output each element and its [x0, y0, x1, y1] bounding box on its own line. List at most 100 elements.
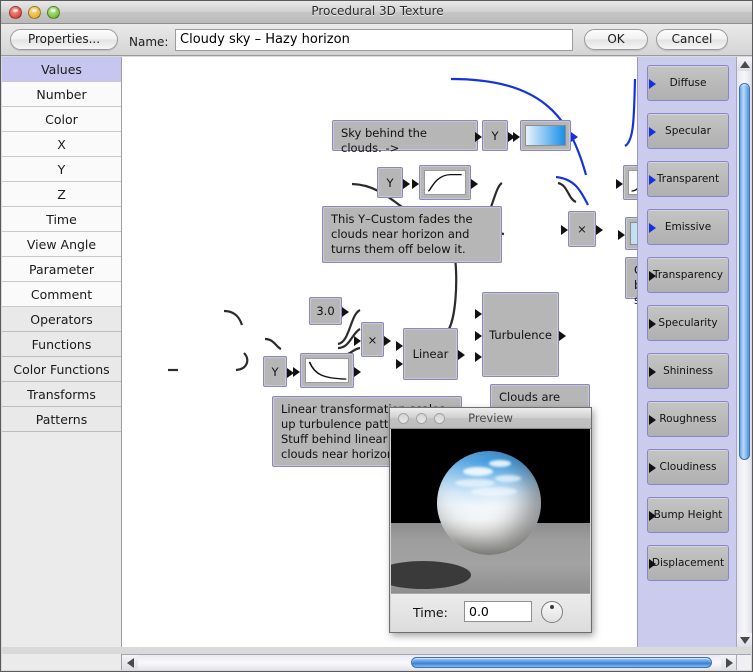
graph-node-y-sky[interactable]: Y — [482, 120, 508, 151]
node-input-port[interactable] — [412, 179, 419, 189]
node-output-port[interactable] — [342, 307, 349, 317]
scroll-up-button[interactable] — [737, 57, 752, 71]
channel-diffuse[interactable]: Diffuse — [647, 65, 729, 101]
horizontal-scroll-thumb[interactable] — [411, 657, 712, 668]
sidebar-item-z[interactable]: Z — [2, 182, 121, 207]
properties-button[interactable]: Properties... — [10, 29, 118, 50]
node-output-port[interactable] — [354, 367, 361, 377]
scroll-right-button[interactable] — [721, 655, 737, 670]
node-output-port[interactable] — [384, 336, 391, 346]
sidebar-item-functions[interactable]: Functions — [2, 332, 121, 357]
channel-bump-height[interactable]: Bump Height — [647, 497, 729, 533]
graph-node-comment-fade[interactable]: This Y–Custom fades the clouds near hori… — [322, 206, 502, 263]
preview-title: Preview — [390, 411, 591, 425]
graph-node-num-3[interactable]: 3.0 — [309, 297, 342, 325]
sidebar-item-values[interactable]: Values — [2, 57, 121, 82]
preview-sphere — [437, 451, 541, 555]
preview-controls: Time: 0.0 — [391, 593, 590, 632]
node-output-port[interactable] — [403, 179, 410, 189]
graph-node-curve-s[interactable] — [623, 165, 637, 200]
channel-label: Cloudiness — [660, 461, 717, 473]
graph-node-mul-cloud[interactable]: × — [568, 211, 596, 247]
node-output-port[interactable] — [471, 179, 478, 189]
vertical-scrollbar[interactable] — [736, 57, 751, 647]
chevron-left-icon — [127, 658, 134, 668]
channel-connector-icon — [649, 559, 656, 569]
graph-node-label: Y — [271, 365, 278, 379]
graph-node-grad-cloud[interactable] — [625, 217, 637, 250]
node-input-port[interactable] — [475, 309, 482, 319]
node-input-port[interactable] — [396, 359, 403, 369]
channel-shininess[interactable]: Shininess — [647, 353, 729, 389]
time-input[interactable]: 0.0 — [464, 601, 532, 622]
node-input-port[interactable] — [354, 336, 361, 346]
toolbar: Properties... Name: Cloudy sky – Hazy ho… — [1, 24, 753, 56]
graph-node-y-custom[interactable]: Y — [377, 167, 403, 198]
channel-specularity[interactable]: Specularity — [647, 305, 729, 341]
channel-specular[interactable]: Specular — [647, 113, 729, 149]
scroll-down-button[interactable] — [737, 633, 752, 647]
graph-node-mul-turb[interactable]: × — [361, 322, 384, 357]
channel-transparency[interactable]: Transparency — [647, 257, 729, 293]
node-input-port[interactable] — [513, 132, 520, 142]
node-input-port[interactable] — [293, 367, 300, 377]
graph-node-label: Linear — [413, 347, 449, 361]
graph-node-y-lin[interactable]: Y — [263, 356, 287, 387]
node-output-port[interactable] — [559, 331, 566, 341]
sidebar-item-comment[interactable]: Comment — [2, 282, 121, 307]
channel-label: Bump Height — [654, 509, 723, 521]
node-input-port[interactable] — [616, 179, 623, 189]
graph-node-grad-sky[interactable] — [520, 120, 571, 151]
graph-node-label: This Y–Custom fades the clouds near hori… — [331, 212, 473, 256]
graph-node-curve-drop[interactable] — [300, 353, 354, 388]
channel-label: Displacement — [652, 557, 724, 569]
node-output-port[interactable] — [458, 350, 465, 360]
channel-connector-icon — [649, 367, 656, 377]
channel-emissive[interactable]: Emissive — [647, 209, 729, 245]
graph-node-curve-fade[interactable] — [419, 165, 471, 200]
sidebar-item-patterns[interactable]: Patterns — [2, 407, 121, 432]
procedural-texture-window: Procedural 3D Texture Properties... Name… — [0, 0, 753, 672]
graph-node-comment-blend[interactable]: Cloud colors are blended with the sky — [625, 257, 637, 299]
curve-plot-curve-fade — [424, 170, 466, 195]
sidebar-item-parameter[interactable]: Parameter — [2, 257, 121, 282]
sidebar-item-number[interactable]: Number — [2, 82, 121, 107]
sidebar: ValuesNumberColorXYZTimeView AngleParame… — [2, 57, 122, 647]
channel-roughness[interactable]: Roughness — [647, 401, 729, 437]
sidebar-item-x[interactable]: X — [2, 132, 121, 157]
node-output-port[interactable] — [596, 225, 603, 235]
node-input-port[interactable] — [475, 352, 482, 362]
channel-label: Transparent — [657, 173, 719, 185]
name-input[interactable]: Cloudy sky – Hazy horizon — [175, 29, 573, 51]
sidebar-item-transforms[interactable]: Transforms — [2, 382, 121, 407]
graph-node-turbulence[interactable]: Turbulence — [482, 292, 559, 377]
sidebar-item-y[interactable]: Y — [2, 157, 121, 182]
cancel-button[interactable]: Cancel — [656, 29, 728, 50]
channel-label: Roughness — [659, 413, 716, 425]
node-input-port[interactable] — [475, 132, 482, 142]
node-input-port[interactable] — [396, 341, 403, 351]
node-output-port[interactable] — [571, 132, 578, 142]
vertical-scroll-thumb[interactable] — [739, 83, 750, 461]
preview-window[interactable]: Preview Time: 0.0 — [389, 407, 592, 633]
sidebar-item-operators[interactable]: Operators — [2, 307, 121, 332]
ok-button[interactable]: OK — [584, 29, 648, 50]
graph-node-label: × — [368, 333, 378, 347]
graph-node-label: 3.0 — [316, 304, 334, 318]
channel-cloudiness[interactable]: Cloudiness — [647, 449, 729, 485]
sidebar-item-view-angle[interactable]: View Angle — [2, 232, 121, 257]
sidebar-item-time[interactable]: Time — [2, 207, 121, 232]
channel-displacement[interactable]: Displacement — [647, 545, 729, 581]
node-input-port[interactable] — [561, 225, 568, 235]
graph-node-linear[interactable]: Linear — [403, 328, 458, 380]
sidebar-item-color[interactable]: Color — [2, 107, 121, 132]
time-dial[interactable] — [541, 601, 563, 623]
graph-node-comment-sky[interactable]: Sky behind the clouds. -> — [332, 120, 478, 151]
scroll-left-button[interactable] — [122, 655, 138, 670]
node-input-port[interactable] — [475, 331, 482, 341]
graph-node-label: Sky behind the clouds. -> — [341, 126, 427, 155]
sidebar-item-color-functions[interactable]: Color Functions — [2, 357, 121, 382]
node-input-port[interactable] — [618, 230, 625, 240]
horizontal-scrollbar[interactable] — [122, 654, 737, 670]
channel-transparent[interactable]: Transparent — [647, 161, 729, 197]
